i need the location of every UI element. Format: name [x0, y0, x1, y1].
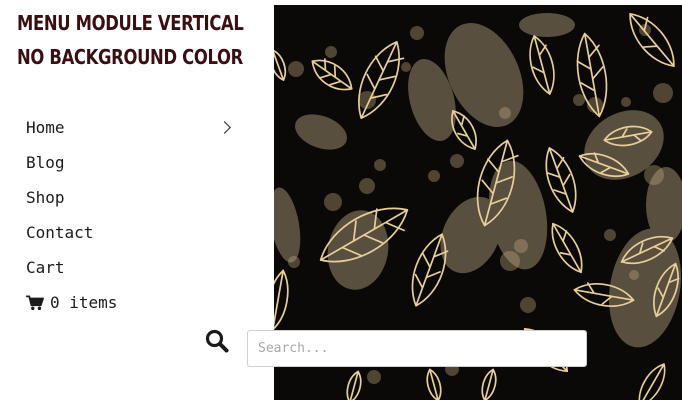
search-icon[interactable] — [205, 329, 229, 353]
menu-item-home[interactable]: Home — [26, 110, 241, 145]
chevron-right-icon[interactable] — [218, 121, 231, 134]
vertical-menu: Home Blog Shop Contact Cart 0 items — [26, 110, 241, 320]
menu-item-shop[interactable]: Shop — [26, 180, 241, 215]
menu-item-label: Home — [26, 118, 65, 137]
menu-item-label: Shop — [26, 188, 65, 207]
menu-item-blog[interactable]: Blog — [26, 145, 241, 180]
shopping-cart-icon — [26, 294, 44, 310]
search-input[interactable] — [247, 330, 587, 367]
menu-item-label: Blog — [26, 153, 65, 172]
menu-item-label: Contact — [26, 223, 94, 242]
menu-item-cart[interactable]: Cart — [26, 250, 241, 285]
cart-count: 0 items — [50, 293, 118, 312]
cart-summary[interactable]: 0 items — [26, 285, 241, 320]
menu-item-contact[interactable]: Contact — [26, 215, 241, 250]
module-title: MENU MODULE VERTICAL NO BACKGROUND COLOR — [17, 11, 244, 69]
menu-item-label: Cart — [26, 258, 65, 277]
